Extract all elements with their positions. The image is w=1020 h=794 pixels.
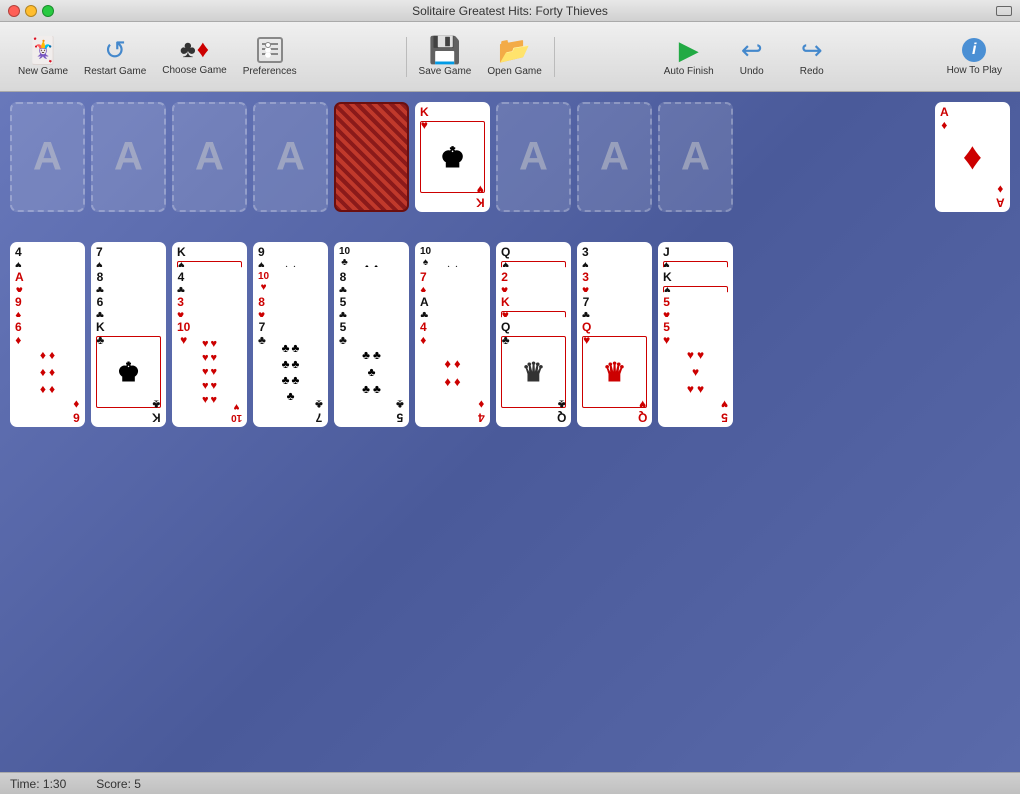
card-q-clubs[interactable]: Q♣ ♛ Q♣ [496,317,571,427]
toolbar-divider-1 [406,37,407,77]
game-area: A A A A K♥ ♚ K♥ A A A A♦ [0,92,1020,772]
title-bar: Solitaire Greatest Hits: Forty Thieves [0,0,1020,22]
redo-label: Redo [800,66,824,77]
foundation-slot-5[interactable]: A [496,102,571,212]
column-3: K♠ ♚ K♠ 4♣ ♣♣♣♣ 4♣ 3♥ ♥♥♥ [172,242,247,427]
toolbar: 🃏 New Game ↺ Restart Game ♣♦ Choose Game… [0,22,1020,92]
close-button[interactable] [8,5,20,17]
stock-pile[interactable] [334,102,409,212]
how-to-play-label: How To Play [947,65,1002,76]
foundation-ace-diamonds[interactable]: A♦ ♦ A♦ [935,102,1010,212]
column-8: 3♠ ♠♠♠ 3♠ 3♥ ♥♥♥ 3♥ 7♣ [577,242,652,427]
top-row: A A A A K♥ ♚ K♥ A A A A♦ [8,102,1012,232]
open-icon: 📂 [498,37,530,63]
restart-label: Restart Game [84,66,146,77]
score-display: Score: 5 [96,777,141,791]
card-6-diamonds[interactable]: 6♦ ♦♦ ♦♦ ♦♦ 6♦ [10,317,85,427]
time-label: Time: [10,777,43,791]
column-9: J♠ ♟ J♠ K♠ ♚ K♠ 5♥ ♥♥ ♥ ♥♥ 5♥ [658,242,733,427]
window-controls[interactable] [8,5,54,17]
redo-icon: ↪ [801,37,823,63]
save-game-button[interactable]: 💾 Save Game [411,27,480,87]
redo-button[interactable]: ↪ Redo [782,27,842,87]
new-game-label: New Game [18,66,68,77]
column-5: 10♣ ♣♣♣♣ ♣♣♣♣ ♣♣ 10♣ 8♣ ♣♣♣♣ ♣♣♣♣ [334,242,409,427]
foundation-slot-7[interactable]: A [658,102,733,212]
undo-label: Undo [740,66,764,77]
foundation-slot-4[interactable]: A [253,102,328,212]
column-7: Q♠ ♛ Q♠ 2♥ ♥♥ 2♥ K♥ ♚ K♥ Q♣ ♛ [496,242,571,427]
card-5-clubs-2[interactable]: 5♣ ♣♣ ♣ ♣♣ 5♣ [334,317,409,427]
score-value: 5 [134,777,141,791]
foundation-slot-1[interactable]: A [10,102,85,212]
toolbar-divider-2 [554,37,555,77]
minimize-button[interactable] [25,5,37,17]
save-icon: 💾 [429,37,461,63]
column-2: 7♠ ♠♠ ♠♠ ♠♠ ♠ 7♠ 8♣ ♣♣♣♣ ♣♣♣♣ [91,242,166,427]
column-6: 10♠ ♠♠♠♠ ♠♠♠♠ ♠♠ 10♠ 7♦ ♦♦♦♦ ♦♦ ♦ [415,242,490,427]
foundation-slot-2[interactable]: A [91,102,166,212]
columns-row: 4♠ ♠♠ ♠♠ 4♠ A♥ ♥ A♥ 9♦ ♦♦ [8,242,1012,762]
new-game-icon: 🃏 [27,37,59,63]
time-value: 1:30 [43,777,66,791]
preferences-button[interactable]: Preferences [235,27,305,87]
preferences-label: Preferences [243,66,297,77]
card-5-hearts-2[interactable]: 5♥ ♥♥ ♥ ♥♥ 5♥ [658,317,733,427]
choose-game-label: Choose Game [162,65,226,76]
choose-game-button[interactable]: ♣♦ Choose Game [154,27,234,87]
card-q-hearts[interactable]: Q♥ ♛ Q♥ [577,317,652,427]
window-resize-icon [996,6,1012,16]
card-10-hearts[interactable]: 10♥ ♥♥♥♥ ♥♥♥♥ ♥♥ 10♥ [172,317,247,427]
choose-game-icon: ♣♦ [180,38,209,62]
restart-icon: ↺ [104,37,126,63]
auto-finish-icon: ▶ [679,37,699,63]
auto-finish-button[interactable]: ▶ Auto Finish [656,27,722,87]
save-label: Save Game [419,66,472,77]
auto-finish-label: Auto Finish [664,66,714,77]
restart-game-button[interactable]: ↺ Restart Game [76,27,154,87]
open-label: Open Game [487,66,541,77]
card-4-diamonds[interactable]: 4♦ ♦♦♦♦ 4♦ [415,317,490,427]
undo-button[interactable]: ↩ Undo [722,27,782,87]
column-4: 9♠ ♠♠♠♠ ♠♠♠♠ ♠ 9♠ 10♥ ♥♥♥♥ ♥♥♥♥♥♥ [253,242,328,427]
foundation-slot-3[interactable]: A [172,102,247,212]
window-title: Solitaire Greatest Hits: Forty Thieves [412,4,608,18]
maximize-button[interactable] [42,5,54,17]
foundation-slot-6[interactable]: A [577,102,652,212]
undo-icon: ↩ [741,37,763,63]
time-display: Time: 1:30 [10,777,66,791]
open-game-button[interactable]: 📂 Open Game [479,27,549,87]
waste-top-king-hearts[interactable]: K♥ ♚ K♥ [415,102,490,212]
info-icon: i [962,38,986,62]
new-game-button[interactable]: 🃏 New Game [10,27,76,87]
status-bar: Time: 1:30 Score: 5 [0,772,1020,794]
card-k-clubs[interactable]: K♣ ♚ K♣ [91,317,166,427]
column-1: 4♠ ♠♠ ♠♠ 4♠ A♥ ♥ A♥ 9♦ ♦♦ [10,242,85,427]
preferences-icon [257,37,283,63]
score-label: Score: [96,777,134,791]
card-7-clubs[interactable]: 7♣ ♣♣♣♣ ♣♣ ♣ 7♣ [253,317,328,427]
how-to-play-button[interactable]: i How To Play [939,27,1010,87]
